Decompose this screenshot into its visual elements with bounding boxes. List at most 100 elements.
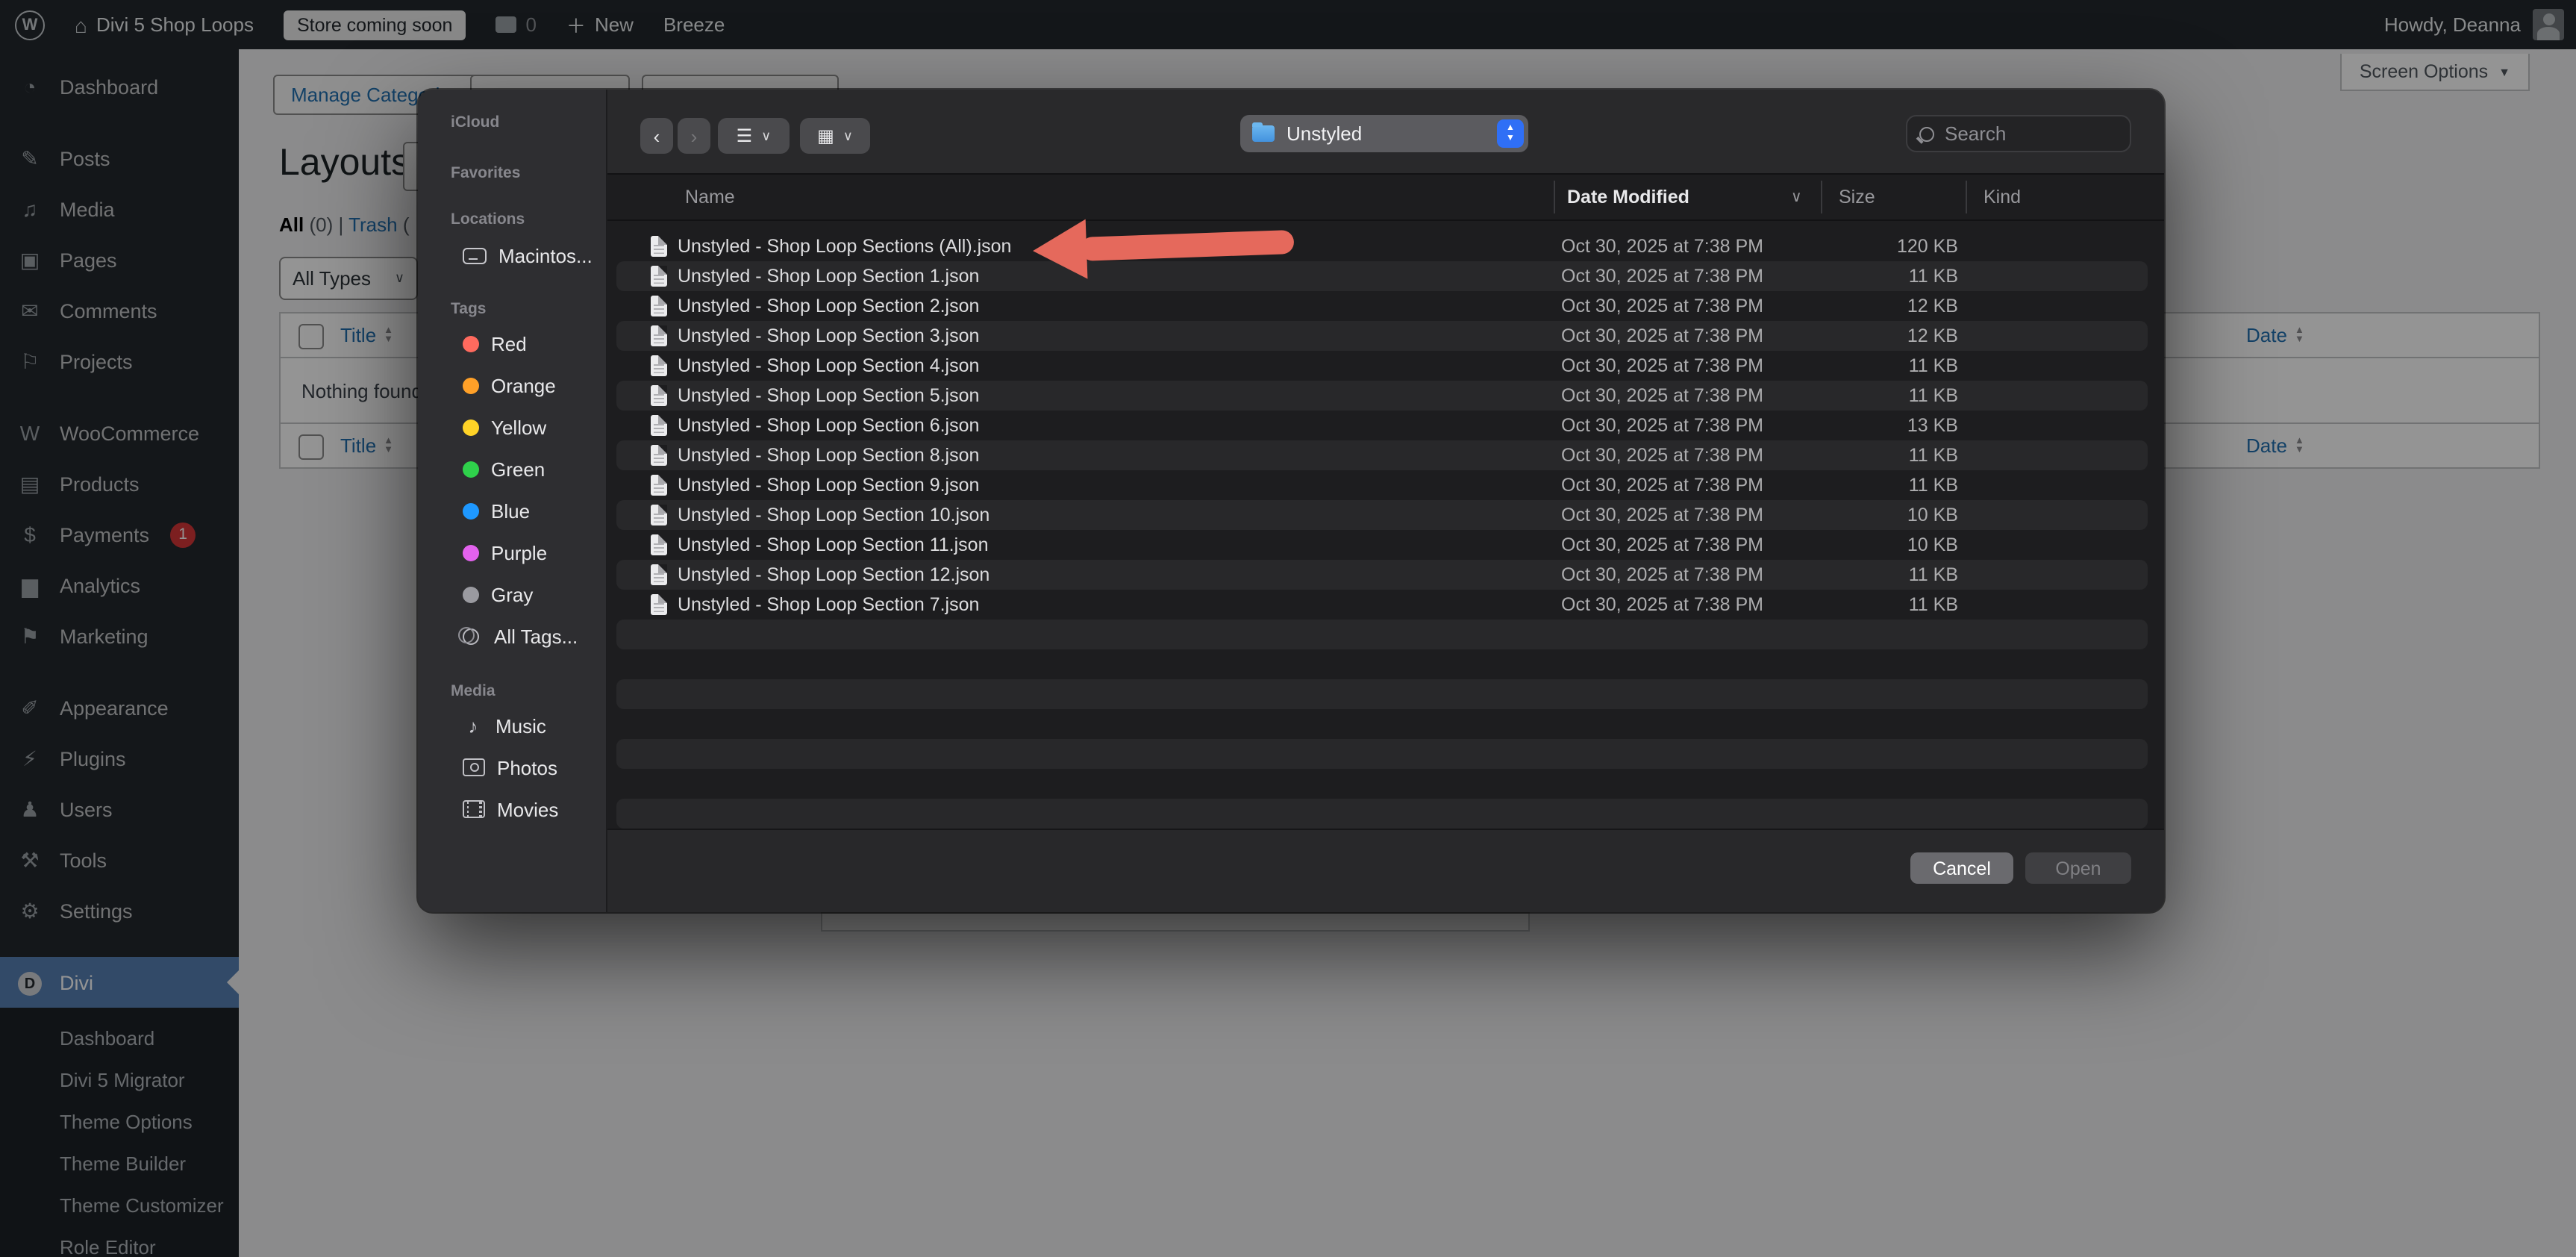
file-row[interactable]: Unstyled - Shop Loop Section 11.jsonOct … [616,530,2148,560]
empty-stripe-row [616,649,2148,679]
column-date-modified[interactable]: Date Modified [1567,175,1689,219]
sidebar-item-gray[interactable]: Gray [418,573,606,615]
sidebar-item-red[interactable]: Red [418,322,606,364]
file-name: Unstyled - Shop Loop Section 3.json [678,321,979,351]
stepper-icon: ▲▼ [1497,119,1524,148]
file-size: 11 KB [1740,351,1958,381]
file-size: 11 KB [1740,470,1958,500]
search-icon [1919,126,1934,141]
film-icon [463,800,485,818]
sidebar-item-orange[interactable]: Orange [418,364,606,406]
current-folder-label: Unstyled [1287,122,1362,145]
sidebar-item-label: Movies [497,798,558,820]
sidebar-item-purple[interactable]: Purple [418,531,606,573]
sidebar-item-photos[interactable]: Photos [418,746,606,788]
search-placeholder: Search [1945,122,2006,145]
tag-color-icon [463,335,479,352]
sidebar-item-label: Macintos... [498,244,593,266]
open-button[interactable]: Open [2025,852,2131,884]
file-name: Unstyled - Shop Loop Section 7.json [678,590,979,620]
sidebar-item-label: Blue [491,499,530,522]
file-name: Unstyled - Shop Loop Sections (All).json [678,231,1011,261]
search-input[interactable]: Search [1906,115,2131,152]
tag-color-icon [463,377,479,393]
file-size: 10 KB [1740,530,1958,560]
sidebar-item-all-tags-[interactable]: All Tags... [418,615,606,657]
file-row[interactable]: Unstyled - Shop Loop Section 1.jsonOct 3… [616,261,2148,291]
empty-stripe-row [616,709,2148,739]
sidebar-item-blue[interactable]: Blue [418,490,606,531]
sidebar-section-icloud: iCloud [451,112,606,133]
sort-chevron-icon: ∨ [1791,175,1802,219]
annotation-arrow [1027,212,1303,281]
dialog-footer: Cancel Open [607,829,2164,912]
file-row[interactable]: Unstyled - Shop Loop Section 9.jsonOct 3… [616,470,2148,500]
finder-main: ‹ › ☰ ∨ ▦ ∨ Unstyled ▲▼ Search Name [607,90,2164,912]
tag-color-icon [463,502,479,519]
forward-button[interactable]: › [678,118,710,154]
file-row[interactable]: Unstyled - Shop Loop Section 2.jsonOct 3… [616,291,2148,321]
file-date-modified: Oct 30, 2025 at 7:38 PM [1561,261,1763,291]
file-date-modified: Oct 30, 2025 at 7:38 PM [1561,470,1763,500]
file-row[interactable]: Unstyled - Shop Loop Section 7.json Oct 3… [616,590,2148,620]
list-view-icon: ☰ [737,125,753,146]
file-size: 11 KB [1740,261,1958,291]
file-name: Unstyled - Shop Loop Section 11.json [678,530,988,560]
sidebar-item-macintos-[interactable]: Macintos... [418,237,606,273]
document-icon [651,236,667,257]
cancel-button[interactable]: Cancel [1910,852,2013,884]
sidebar-item-music[interactable]: ♪Music [418,705,606,746]
sidebar-item-label: Purple [491,541,547,564]
file-date-modified: Oct 30, 2025 at 7:38 PM [1561,500,1763,530]
file-date-modified: Oct 30, 2025 at 7:38 PM [1561,590,1763,620]
column-kind[interactable]: Kind [1983,175,2021,219]
file-name: Unstyled - Shop Loop Section 4.json [678,351,979,381]
file-date-modified: Oct 30, 2025 at 7:38 PM [1561,291,1763,321]
document-icon [651,445,667,466]
file-row[interactable]: Unstyled - Shop Loop Section 4.jsonOct 3… [616,351,2148,381]
file-row[interactable]: Unstyled - Shop Loop Sections (All).json… [616,231,2148,261]
document-icon [651,355,667,376]
file-name: Unstyled - Shop Loop Section 12.json [678,560,990,590]
document-icon [651,475,667,496]
sidebar-item-yellow[interactable]: Yellow [418,406,606,448]
tag-color-icon [463,544,479,561]
file-date-modified: Oct 30, 2025 at 7:38 PM [1561,231,1763,261]
back-button[interactable]: ‹ [640,118,673,154]
file-row[interactable]: Unstyled - Shop Loop Section 12.jsonOct … [616,560,2148,590]
file-date-modified: Oct 30, 2025 at 7:38 PM [1561,440,1763,470]
list-view-button[interactable]: ☰ ∨ [718,118,790,154]
file-size: 13 KB [1740,411,1958,440]
file-row[interactable]: Unstyled - Shop Loop Section 5.jsonOct 3… [616,381,2148,411]
sidebar-item-movies[interactable]: Movies [418,788,606,830]
file-row[interactable]: Unstyled - Shop Loop Section 3.jsonOct 3… [616,321,2148,351]
file-size: 120 KB [1740,231,1958,261]
current-folder-select[interactable]: Unstyled ▲▼ [1240,115,1528,152]
sidebar-item-label: Orange [491,374,556,396]
file-row[interactable]: Unstyled - Shop Loop Section 6.jsonOct 3… [616,411,2148,440]
empty-stripe-row [616,620,2148,649]
document-icon [651,415,667,436]
document-icon [651,564,667,585]
group-view-button[interactable]: ▦ ∨ [800,118,870,154]
document-icon [651,325,667,346]
folder-icon [1252,125,1275,142]
file-row[interactable]: Unstyled - Shop Loop Section 8.json Oct 3… [616,440,2148,470]
all-tags-icon [463,628,479,644]
document-icon [651,534,667,555]
screen: W ⌂ Divi 5 Shop Loops Store coming soon … [0,0,2576,1257]
disk-icon [463,247,487,263]
column-size[interactable]: Size [1839,175,1875,219]
file-name: Unstyled - Shop Loop Section 8.json [678,440,979,470]
file-row[interactable]: Unstyled - Shop Loop Section 10.jsonOct … [616,500,2148,530]
empty-stripe-row [616,769,2148,799]
chevron-down-icon: ∨ [761,128,771,144]
sidebar-item-green[interactable]: Green [418,448,606,490]
sidebar-section-favorites: Favorites [451,163,606,184]
column-name[interactable]: Name [685,175,735,219]
sidebar-item-label: Gray [491,583,533,605]
file-size: 11 KB [1740,440,1958,470]
sidebar-section-locations: Locations [451,209,606,230]
grid-view-icon: ▦ [817,125,834,146]
sidebar-item-label: Music [495,714,546,737]
